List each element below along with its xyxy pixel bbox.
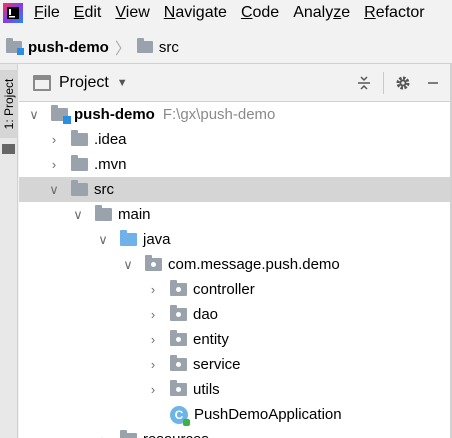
panel-toolbar: [345, 64, 444, 102]
project-window-icon: [33, 74, 51, 91]
project-tree: ∨ push-demo F:\gx\push-demo › .idea › .m…: [19, 102, 452, 438]
tree-item-utils[interactable]: › utils: [19, 377, 452, 402]
breadcrumb-src[interactable]: src: [159, 39, 179, 56]
chevron-right-icon[interactable]: ›: [96, 432, 110, 438]
folder-icon: [95, 205, 112, 221]
chevron-right-icon[interactable]: ›: [146, 282, 160, 297]
chevron-down-icon[interactable]: ∨: [71, 207, 85, 222]
chevron-right-icon[interactable]: ›: [146, 357, 160, 372]
chevron-down-icon[interactable]: ▼: [117, 77, 128, 89]
tree-label-service: service: [193, 356, 241, 373]
tree-item-package[interactable]: ∨ com.message.push.demo: [19, 252, 452, 277]
folder-icon: [71, 180, 88, 196]
tree-item-src[interactable]: ∨ src: [19, 177, 452, 202]
menu-file[interactable]: File: [34, 4, 60, 22]
tree-item-java[interactable]: ∨ java: [19, 227, 452, 252]
package-icon: [170, 305, 187, 321]
resources-folder-icon: [120, 430, 137, 438]
menu-code[interactable]: Code: [241, 4, 279, 22]
tree-label-main: main: [118, 206, 151, 223]
tree-label-utils: utils: [193, 381, 220, 398]
spring-class-icon: C: [170, 405, 190, 426]
tree-item-controller[interactable]: › controller: [19, 277, 452, 302]
chevron-right-icon[interactable]: ›: [146, 382, 160, 397]
chevron-right-icon[interactable]: ›: [47, 132, 61, 147]
tree-label-resources: resources: [143, 431, 209, 438]
panel-title[interactable]: Project: [59, 74, 109, 92]
package-icon: [170, 280, 187, 296]
tree-label-controller: controller: [193, 281, 255, 298]
tree-label-java: java: [143, 231, 171, 248]
source-folder-icon: [120, 230, 137, 246]
chevron-right-icon[interactable]: ›: [47, 157, 61, 172]
menu-navigate[interactable]: Navigate: [164, 4, 227, 22]
chevron-down-icon[interactable]: ∨: [96, 232, 110, 247]
package-icon: [170, 330, 187, 346]
menu-bar: File Edit View Navigate Code Analyze Ref…: [0, 0, 452, 26]
module-folder-icon: [51, 105, 71, 124]
tree-item-resources[interactable]: › resources: [19, 427, 452, 438]
menu-refactor[interactable]: Refactor: [364, 4, 424, 22]
tree-label-app-class: PushDemoApplication: [194, 406, 342, 423]
collapse-all-icon[interactable]: [353, 72, 375, 94]
tree-item-entity[interactable]: › entity: [19, 327, 452, 352]
tree-item-mvn[interactable]: › .mvn: [19, 152, 452, 177]
tree-label-root: push-demo: [74, 106, 155, 123]
chevron-right-icon: 〉: [114, 41, 131, 58]
package-icon: [145, 255, 162, 271]
tree-label-dao: dao: [193, 306, 219, 323]
tree-label-mvn: .mvn: [94, 156, 127, 173]
tree-label-package: com.message.push.demo: [168, 256, 340, 273]
minimize-icon[interactable]: [422, 72, 444, 94]
tree-item-main[interactable]: ∨ main: [19, 202, 452, 227]
tree-item-root[interactable]: ∨ push-demo F:\gx\push-demo: [19, 102, 452, 127]
chevron-down-icon[interactable]: ∨: [27, 107, 41, 122]
tree-label-src: src: [94, 181, 114, 198]
chevron-right-icon[interactable]: ›: [146, 332, 160, 347]
intellij-logo-icon[interactable]: [2, 2, 24, 24]
breadcrumb: push-demo 〉 src: [0, 34, 452, 60]
toolbar-separator: [383, 72, 384, 94]
chevron-down-icon[interactable]: ∨: [121, 257, 135, 272]
package-icon: [170, 355, 187, 371]
module-folder-icon: [6, 38, 24, 55]
folder-icon: [136, 38, 153, 53]
gear-icon[interactable]: [392, 72, 414, 94]
tree-root-path: F:\gx\push-demo: [162, 106, 276, 123]
tab-project-label[interactable]: 1: Project: [2, 79, 16, 130]
tree-item-dao[interactable]: › dao: [19, 302, 452, 327]
chevron-right-icon[interactable]: ›: [146, 307, 160, 322]
project-panel-header: Project ▼: [19, 64, 452, 102]
folder-icon: [71, 155, 88, 171]
folder-icon: [71, 130, 88, 146]
menu-edit[interactable]: Edit: [74, 4, 102, 22]
tree-item-app-class[interactable]: C PushDemoApplication: [19, 402, 452, 427]
breadcrumb-project[interactable]: push-demo: [28, 39, 109, 56]
menu-analyze[interactable]: Analyze: [293, 4, 350, 22]
tree-label-idea: .idea: [94, 131, 127, 148]
tree-item-idea[interactable]: › .idea: [19, 127, 452, 152]
tree-label-entity: entity: [193, 331, 229, 348]
chevron-down-icon[interactable]: ∨: [47, 182, 61, 197]
folder-icon: [2, 144, 15, 154]
tree-item-service[interactable]: › service: [19, 352, 452, 377]
package-icon: [170, 380, 187, 396]
menu-view[interactable]: View: [115, 4, 149, 22]
